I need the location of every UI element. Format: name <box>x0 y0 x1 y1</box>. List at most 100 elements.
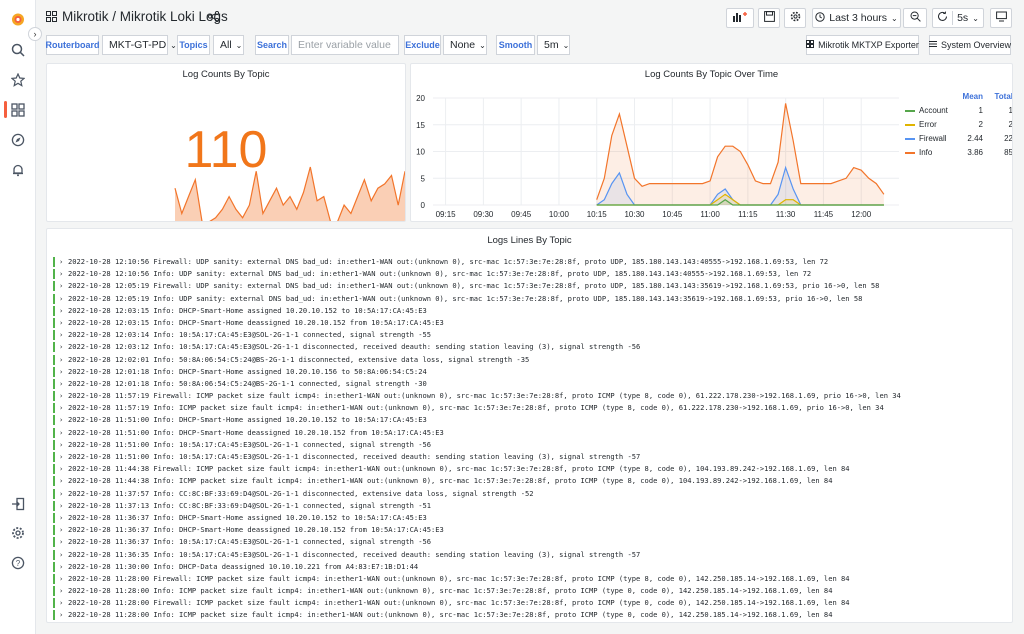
x-tick-label: 09:30 <box>473 210 494 219</box>
log-row[interactable]: › 2022-10-28 12:10:56 Info: UDP sanity: e… <box>53 268 1012 280</box>
log-line-text: 2022-10-28 12:03:14 Info: 10:5A:17:CA:45… <box>68 330 432 340</box>
log-line-text: 2022-10-28 12:03:15 Info: DHCP-Smart-Hom… <box>68 305 427 315</box>
star-icon[interactable] <box>8 70 28 90</box>
chevron-right-icon: › <box>59 305 64 315</box>
log-row[interactable]: › 2022-10-28 12:02:01 Info: 50:8A:06:54:C… <box>53 354 1012 366</box>
active-indicator <box>4 101 7 118</box>
log-row[interactable]: › 2022-10-28 11:30:00 Info: DHCP-Data dea… <box>53 561 1012 573</box>
time-range-picker[interactable]: Last 3 hours ⌄ <box>812 8 901 28</box>
save-dashboard-button[interactable] <box>758 8 780 28</box>
chevron-right-icon: › <box>59 476 64 486</box>
x-tick-label: 09:15 <box>436 210 457 219</box>
log-row[interactable]: › 2022-10-28 11:36:35 Info: 10:5A:17:CA:4… <box>53 549 1012 561</box>
log-row[interactable]: › 2022-10-28 11:36:37 Info: DHCP-Smart-Ho… <box>53 524 1012 536</box>
sign-in-icon[interactable] <box>8 494 28 514</box>
log-row[interactable]: › 2022-10-28 12:10:56 Firewall: UDP sanit… <box>53 256 1012 268</box>
log-row[interactable]: › 2022-10-28 11:57:19 Firewall: ICMP pack… <box>53 390 1012 402</box>
share-icon[interactable] <box>207 10 220 25</box>
dashboards-icon[interactable] <box>8 100 28 120</box>
y-tick-label: 15 <box>416 121 425 130</box>
log-row[interactable]: › 2022-10-28 12:03:15 Info: DHCP-Smart-Ho… <box>53 305 1012 317</box>
log-row[interactable]: › 2022-10-28 11:37:57 Info: CC:8C:BF:33:6… <box>53 488 1012 500</box>
log-row[interactable]: › 2022-10-28 12:01:18 Info: DHCP-Smart-Ho… <box>53 366 1012 378</box>
log-line-text: 2022-10-28 12:10:56 Firewall: UDP sanity… <box>68 257 829 266</box>
time-range-label: Last 3 hours <box>829 12 888 24</box>
legend-item-firewall[interactable]: Firewall 2.44 22 <box>903 132 1012 146</box>
legend-item-info[interactable]: Info 3.86 85 <box>903 146 1012 160</box>
timeseries-panel[interactable]: Log Counts By Topic Over Time 0 5 10 15 20 09… <box>410 63 1013 222</box>
exclude-select[interactable]: None ⌄ <box>443 35 487 55</box>
log-line-text: 2022-10-28 11:28:00 Firewall: ICMP packe… <box>68 598 850 608</box>
chevron-down-icon: ⌄ <box>235 40 243 50</box>
sidebar-expand-button[interactable]: › <box>28 27 42 41</box>
log-line-text: 2022-10-28 11:36:35 Info: 10:5A:17:CA:45… <box>68 549 641 559</box>
chevron-right-icon: › <box>59 573 64 583</box>
log-row[interactable]: › 2022-10-28 11:51:00 Info: 10:5A:17:CA:4… <box>53 451 1012 463</box>
log-row[interactable]: › 2022-10-28 11:51:00 Info: 10:5A:17:CA:4… <box>53 439 1012 451</box>
stat-panel[interactable]: Log Counts By Topic 110 <box>46 63 406 222</box>
log-line-text: 2022-10-28 12:05:19 Info: UDP sanity: ex… <box>68 293 863 303</box>
explore-icon[interactable] <box>8 130 28 150</box>
log-line-text: 2022-10-28 12:10:56 Info: UDP sanity: ex… <box>68 269 812 279</box>
log-row[interactable]: › 2022-10-28 11:28:00 Info: ICMP packet s… <box>53 609 1012 621</box>
legend-item-account[interactable]: Account 1 1 <box>903 104 1012 118</box>
add-panel-icon <box>732 11 748 25</box>
legend-item-error[interactable]: Error 2 2 <box>903 118 1012 132</box>
log-row[interactable]: › 2022-10-28 11:36:37 Info: 10:5A:17:CA:4… <box>53 536 1012 548</box>
routerboard-select[interactable]: MKT-GT-PD ⌄ <box>102 35 177 55</box>
log-line-text: 2022-10-28 11:57:19 Firewall: ICMP packe… <box>68 391 901 401</box>
log-row[interactable]: › 2022-10-28 12:03:12 Info: 10:5A:17:CA:4… <box>53 341 1012 353</box>
log-row[interactable]: › 2022-10-28 11:44:38 Firewall: ICMP pack… <box>53 463 1012 475</box>
smooth-select[interactable]: 5m ⌄ <box>537 35 570 55</box>
log-line-text: 2022-10-28 11:37:57 Info: CC:8C:BF:33:69… <box>68 488 534 498</box>
chevron-down-icon: ⌄ <box>972 13 979 23</box>
log-row[interactable]: › 2022-10-28 11:28:00 Info: ICMP packet s… <box>53 585 1012 597</box>
link-system-overview-label: System Overview <box>941 40 1012 50</box>
legend-item-mean: 2.44 <box>967 134 983 143</box>
chevron-right-icon: › <box>59 464 64 474</box>
tv-mode-button[interactable] <box>990 8 1012 28</box>
zoom-out-button[interactable] <box>903 8 927 28</box>
chevron-right-icon: › <box>59 500 64 510</box>
page-title[interactable]: Mikrotik / Mikrotik Loki Logs <box>62 9 228 24</box>
log-line-text: 2022-10-28 11:44:38 Info: ICMP packet si… <box>68 476 833 486</box>
legend-swatch <box>905 124 915 126</box>
gear-icon[interactable] <box>8 523 28 543</box>
log-row[interactable]: › 2022-10-28 11:28:00 Firewall: ICMP pack… <box>53 573 1012 585</box>
legend-total-header[interactable]: Total <box>994 92 1012 101</box>
log-row[interactable]: › 2022-10-28 12:01:18 Info: 50:8A:06:54:C… <box>53 378 1012 390</box>
refresh-picker[interactable]: 5s ⌄ <box>932 8 984 28</box>
search-input[interactable]: Enter variable value <box>291 35 399 55</box>
help-icon[interactable]: ? <box>8 553 28 573</box>
x-tick-label: 12:00 <box>851 210 872 219</box>
legend-mean-header[interactable]: Mean <box>963 92 983 101</box>
chevron-right-icon: › <box>59 366 64 376</box>
log-row[interactable]: › 2022-10-28 11:51:00 Info: DHCP-Smart-Ho… <box>53 414 1012 426</box>
log-row[interactable]: › 2022-10-28 12:03:14 Info: 10:5A:17:CA:4… <box>53 329 1012 341</box>
y-tick-label: 0 <box>421 201 426 210</box>
log-row[interactable]: › 2022-10-28 12:03:15 Info: DHCP-Smart-Ho… <box>53 317 1012 329</box>
link-mktxp-exporter[interactable]: Mikrotik MKTXP Exporter <box>806 35 919 55</box>
log-row[interactable]: › 2022-10-28 11:44:38 Info: ICMP packet s… <box>53 475 1012 487</box>
log-row[interactable]: › 2022-10-28 11:51:00 Info: DHCP-Smart-Ho… <box>53 427 1012 439</box>
log-line-text: 2022-10-28 11:51:00 Info: 10:5A:17:CA:45… <box>68 452 641 461</box>
topics-select[interactable]: All ⌄ <box>213 35 244 55</box>
chevron-right-icon: › <box>59 549 64 559</box>
search-icon[interactable] <box>8 40 28 60</box>
dashboard-settings-button[interactable] <box>784 8 806 28</box>
chevron-right-icon: › <box>59 257 64 266</box>
chevron-right-icon: › <box>59 330 64 340</box>
logs-panel[interactable]: Logs Lines By Topic › 2022-10-28 12:10:56… <box>46 228 1013 623</box>
log-row[interactable]: › 2022-10-28 11:57:19 Info: ICMP packet s… <box>53 402 1012 414</box>
log-row[interactable]: › 2022-10-28 11:37:13 Info: CC:8C:BF:33:6… <box>53 500 1012 512</box>
log-row[interactable]: › 2022-10-28 11:36:37 Info: DHCP-Smart-Ho… <box>53 512 1012 524</box>
log-row[interactable]: › 2022-10-28 12:05:19 Info: UDP sanity: e… <box>53 293 1012 305</box>
add-panel-button[interactable] <box>726 8 754 28</box>
legend-swatch <box>905 152 915 154</box>
grafana-logo-icon[interactable] <box>8 9 28 29</box>
x-tick-label: 10:00 <box>549 210 570 219</box>
link-system-overview[interactable]: System Overview <box>929 35 1011 55</box>
bell-icon[interactable] <box>8 160 28 180</box>
log-row[interactable]: › 2022-10-28 12:05:19 Firewall: UDP sanit… <box>53 280 1012 292</box>
log-row[interactable]: › 2022-10-28 11:28:00 Firewall: ICMP pack… <box>53 597 1012 609</box>
